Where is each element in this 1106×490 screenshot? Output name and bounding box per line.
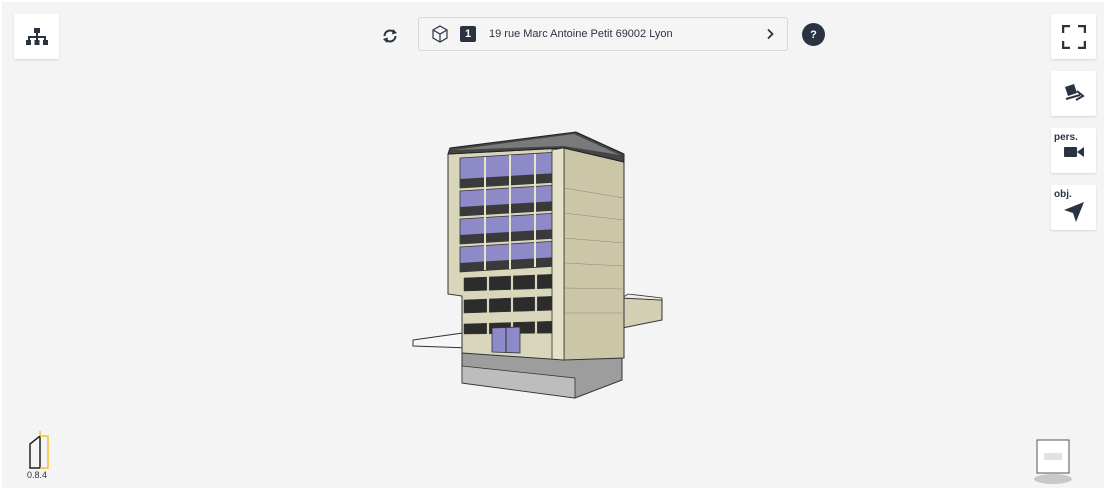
chevron-right-icon	[767, 28, 774, 40]
building-selector: 1 19 rue Marc Antoine Petit 69002 Lyon	[418, 17, 788, 51]
object-label: obj.	[1054, 189, 1072, 200]
hierarchy-icon	[25, 27, 48, 45]
fullscreen-icon	[1061, 24, 1086, 49]
plan-view-icon	[1064, 83, 1085, 101]
fullscreen-button[interactable]	[1051, 14, 1096, 59]
app-version: 0.8.4	[27, 470, 48, 480]
next-button[interactable]	[753, 18, 787, 50]
building-3d-model[interactable]	[410, 128, 668, 404]
3d-viewer[interactable]: 1 19 rue Marc Antoine Petit 69002 Lyon ?…	[2, 2, 1104, 488]
refresh-button[interactable]	[376, 22, 404, 50]
cube-icon	[432, 25, 448, 43]
video-camera-icon	[1064, 147, 1084, 157]
navigation-arrow-icon	[1064, 202, 1084, 222]
refresh-icon	[383, 29, 397, 43]
view-cube-icon[interactable]	[1033, 439, 1073, 485]
help-button[interactable]: ?	[802, 23, 825, 46]
hierarchy-button[interactable]	[14, 14, 59, 59]
plan-view-button[interactable]	[1051, 71, 1096, 116]
object-navigation-button[interactable]: obj.	[1051, 185, 1096, 230]
perspective-label: pers.	[1054, 132, 1078, 143]
perspective-camera-button[interactable]: pers.	[1051, 128, 1096, 173]
floor-badge: 1	[460, 26, 476, 42]
app-logo-icon	[29, 431, 49, 469]
building-address: 19 rue Marc Antoine Petit 69002 Lyon	[489, 28, 673, 40]
